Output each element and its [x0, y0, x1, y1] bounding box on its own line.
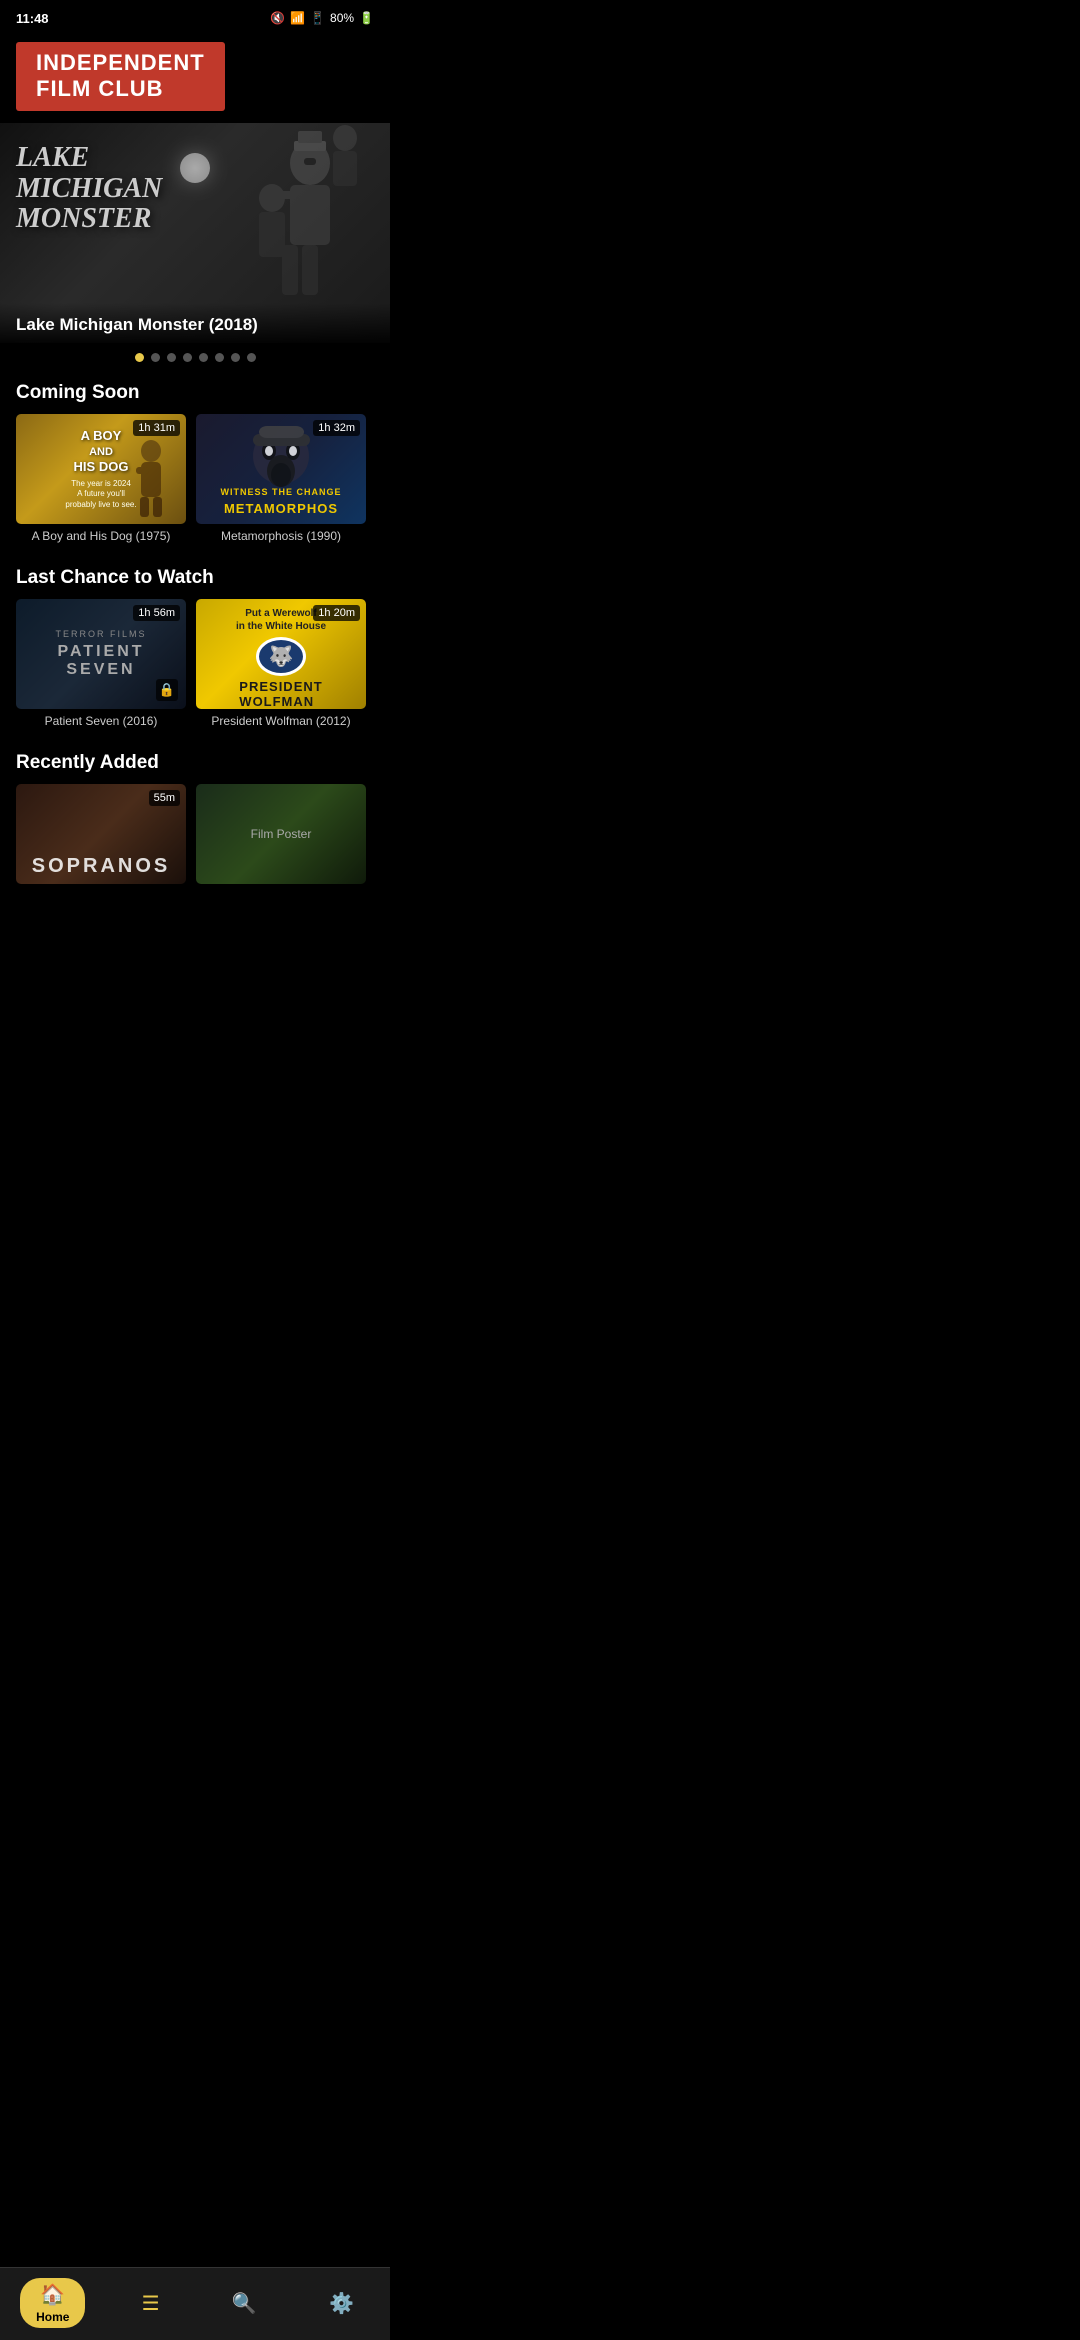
patient-seven-lock-icon: 🔒 — [156, 679, 178, 701]
recently-card-2[interactable]: Film Poster — [196, 784, 366, 884]
movie-card-wolfman[interactable]: Put a Werewolfin the White House 🐺 PRESI… — [196, 599, 366, 728]
recently-added-cards: SOPRANOS 55m Film Poster — [16, 784, 374, 888]
wolfman-duration: 1h 20m — [313, 605, 360, 621]
app-header: INDEPENDENTFILM CLUB — [0, 32, 390, 123]
nav-search[interactable]: 🔍 — [216, 2287, 273, 2320]
metamorphosis-duration: 1h 32m — [313, 420, 360, 436]
movie-thumb-metamorphosis: WITNESS THE CHANGE METAMORPHOS 1h 32m — [196, 414, 366, 524]
movie-card-metamorphosis[interactable]: WITNESS THE CHANGE METAMORPHOS 1h 32m Me… — [196, 414, 366, 543]
movie-card-boy-dog[interactable]: A BOYANDHIS DOG The year is 2024A future… — [16, 414, 186, 543]
recently-card-1[interactable]: SOPRANOS 55m — [16, 784, 186, 884]
dot-4[interactable] — [183, 353, 192, 362]
dot-6[interactable] — [215, 353, 224, 362]
battery-indicator: 80% — [330, 11, 354, 25]
recently-added-title: Recently Added — [16, 752, 374, 774]
patient-seven-label: Patient Seven (2016) — [16, 714, 186, 728]
movie-card-patient-seven[interactable]: TERROR FILMS PATIENTSEVEN 1h 56m 🔒 Patie… — [16, 599, 186, 728]
last-chance-section: Last Chance to Watch TERROR FILMS PATIEN… — [0, 557, 390, 742]
recently-1-duration: 55m — [149, 790, 180, 806]
recently-thumb-1: SOPRANOS 55m — [16, 784, 186, 884]
recently-added-section: Recently Added SOPRANOS 55m Film Poster — [0, 742, 390, 894]
wolfman-label: President Wolfman (2012) — [196, 714, 366, 728]
status-bar: 11:48 🔇 📶 📱 80% 🔋 — [0, 0, 390, 32]
nav-list[interactable]: ☰ — [126, 2287, 176, 2320]
brand-badge: INDEPENDENTFILM CLUB — [16, 42, 225, 111]
status-time: 11:48 — [16, 11, 49, 26]
dot-8[interactable] — [247, 353, 256, 362]
last-chance-title: Last Chance to Watch — [16, 567, 374, 589]
patient-seven-duration: 1h 56m — [133, 605, 180, 621]
status-icons: 🔇 📶 📱 80% 🔋 — [270, 11, 374, 25]
home-label: Home — [36, 2310, 69, 2324]
list-icon: ☰ — [142, 2291, 160, 2316]
hero-movie-title: Lake Michigan Monster (2018) — [16, 315, 258, 334]
nav-home[interactable]: 🏠 Home — [20, 2278, 85, 2328]
dot-1[interactable] — [135, 353, 144, 362]
dot-3[interactable] — [167, 353, 176, 362]
last-chance-cards: TERROR FILMS PATIENTSEVEN 1h 56m 🔒 Patie… — [16, 599, 374, 736]
coming-soon-section: Coming Soon A BOYANDHIS DOG The year is … — [0, 372, 390, 557]
hero-banner[interactable]: LAKEMICHIGANMONSTER Lake Michigan Monste… — [0, 123, 390, 343]
recently-thumb-2: Film Poster — [196, 784, 366, 884]
boy-dog-silhouette — [126, 439, 176, 519]
mute-icon: 🔇 — [270, 11, 285, 25]
boy-dog-label: A Boy and His Dog (1975) — [16, 529, 186, 543]
search-icon: 🔍 — [232, 2291, 257, 2316]
bottom-navigation: 🏠 Home ☰ 🔍 ⚙️ — [0, 2267, 390, 2340]
nav-settings[interactable]: ⚙️ — [313, 2287, 370, 2320]
hero-overlay: Lake Michigan Monster (2018) — [0, 303, 390, 343]
battery-icon: 🔋 — [359, 11, 374, 25]
hero-title-art: LAKEMICHIGANMONSTER — [16, 143, 162, 235]
wifi-icon: 📶 — [290, 11, 305, 25]
metamorphosis-label: Metamorphosis (1990) — [196, 529, 366, 543]
home-icon: 🏠 — [40, 2282, 65, 2307]
dot-7[interactable] — [231, 353, 240, 362]
movie-thumb-wolfman: Put a Werewolfin the White House 🐺 PRESI… — [196, 599, 366, 709]
settings-icon: ⚙️ — [329, 2291, 354, 2316]
brand-name: INDEPENDENTFILM CLUB — [36, 50, 205, 103]
boy-dog-duration: 1h 31m — [133, 420, 180, 436]
coming-soon-cards: A BOYANDHIS DOG The year is 2024A future… — [16, 414, 374, 551]
dot-2[interactable] — [151, 353, 160, 362]
signal-icon: 📱 — [310, 11, 325, 25]
pagination-dots — [0, 343, 390, 372]
dot-5[interactable] — [199, 353, 208, 362]
coming-soon-title: Coming Soon — [16, 382, 374, 404]
movie-thumb-boy-dog: A BOYANDHIS DOG The year is 2024A future… — [16, 414, 186, 524]
thumb-bg-recently2: Film Poster — [196, 784, 366, 884]
movie-thumb-patient-seven: TERROR FILMS PATIENTSEVEN 1h 56m 🔒 — [16, 599, 186, 709]
